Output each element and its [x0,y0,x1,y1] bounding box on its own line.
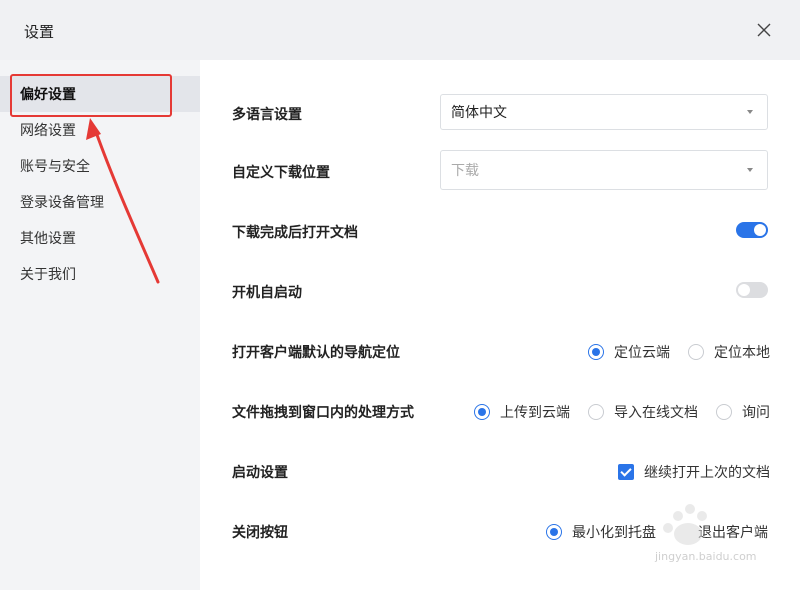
watermark-url: jingyan.baidu.com [655,550,757,563]
radio-indicator [474,404,490,420]
radio-ask[interactable]: 询问 [716,402,770,422]
window-title: 设置 [24,24,55,41]
radio-label: 最小化到托盘 [572,524,656,540]
sidebar-item-device-management[interactable]: 登录设备管理 [0,184,200,220]
radio-locate-local[interactable]: 定位本地 [688,342,770,362]
radio-indicator [588,344,604,360]
sidebar-item-preferences[interactable]: 偏好设置 [0,76,200,112]
radio-label: 退出客户端 [698,524,768,540]
radio-minimize-tray[interactable]: 最小化到托盘 [546,522,656,542]
radio-locate-cloud[interactable]: 定位云端 [588,342,670,362]
chevron-down-icon [747,110,753,114]
continue-last-docs-checkbox[interactable]: 继续打开上次的文档 [618,462,770,482]
sidebar-item-label: 网络设置 [20,122,76,138]
radio-indicator [546,524,562,540]
sidebar-item-label: 偏好设置 [20,86,76,102]
checkbox-label: 继续打开上次的文档 [644,464,770,480]
download-location-select[interactable]: 下载 [440,150,768,190]
title-bar: 设置 [0,0,800,60]
open-after-download-label: 下载完成后打开文档 [232,224,358,240]
radio-label: 询问 [742,404,770,420]
radio-indicator [716,404,732,420]
sidebar-item-label: 其他设置 [20,230,76,246]
language-select[interactable]: 简体中文 [440,94,768,130]
radio-import-online-doc[interactable]: 导入在线文档 [588,402,698,422]
sidebar-item-label: 账号与安全 [20,158,90,174]
auto-start-label: 开机自启动 [232,284,302,300]
download-location-label: 自定义下载位置 [232,164,330,180]
radio-label: 定位云端 [614,344,670,360]
chevron-down-icon [747,168,753,172]
sidebar-item-network[interactable]: 网络设置 [0,112,200,148]
sidebar-item-label: 关于我们 [20,266,76,282]
toggle-knob [754,224,766,236]
close-button[interactable] [750,16,778,44]
drag-handling-label: 文件拖拽到窗口内的处理方式 [232,404,414,420]
radio-indicator [688,344,704,360]
startup-label: 启动设置 [232,464,288,480]
sidebar: 偏好设置 网络设置 账号与安全 登录设备管理 其他设置 关于我们 [0,60,200,590]
open-after-download-toggle[interactable] [736,222,768,238]
radio-upload-cloud[interactable]: 上传到云端 [474,402,570,422]
toggle-knob [738,284,750,296]
default-nav-label: 打开客户端默认的导航定位 [232,344,400,360]
radio-label: 定位本地 [714,344,770,360]
sidebar-item-about[interactable]: 关于我们 [0,256,200,292]
radio-label: 上传到云端 [500,404,570,420]
radio-label: 导入在线文档 [614,404,698,420]
close-icon [757,23,771,37]
language-value: 简体中文 [451,104,507,120]
checkbox-indicator [618,464,634,480]
language-label: 多语言设置 [232,106,302,122]
radio-exit-client[interactable]: 退出客户端 [676,522,768,542]
sidebar-item-other-settings[interactable]: 其他设置 [0,220,200,256]
auto-start-toggle[interactable] [736,282,768,298]
download-location-placeholder: 下载 [451,162,479,178]
radio-indicator [588,404,604,420]
sidebar-item-account-security[interactable]: 账号与安全 [0,148,200,184]
close-button-label: 关闭按钮 [232,524,288,540]
sidebar-item-label: 登录设备管理 [20,194,104,210]
